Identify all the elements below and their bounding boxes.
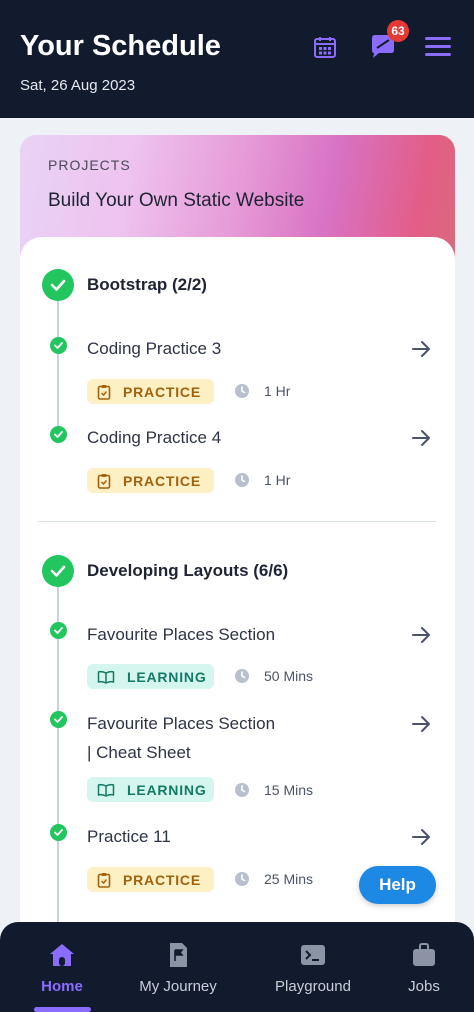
app-header: Your Schedule Sat, 26 Aug 2023 63 (0, 0, 474, 118)
clock-icon (235, 783, 249, 797)
tag-label: PRACTICE (123, 472, 201, 489)
clock-icon (235, 872, 249, 886)
item-check-icon (50, 824, 67, 841)
section-title: Developing Layouts (6/6) (87, 561, 289, 580)
active-nav-indicator (34, 1007, 91, 1012)
practice-tag: PRACTICE (87, 468, 214, 493)
practice-tag: PRACTICE (87, 379, 214, 404)
briefcase-icon (413, 943, 435, 966)
item-check-icon (50, 711, 67, 728)
nav-item-home[interactable]: Home (22, 922, 102, 1012)
clipboard-icon (97, 473, 111, 489)
schedule-item-title[interactable]: Favourite Places Section (87, 620, 275, 649)
nav-label: Jobs (408, 978, 440, 995)
tag-label: PRACTICE (123, 871, 201, 888)
page-title: Your Schedule (20, 30, 221, 62)
nav-label: My Journey (139, 978, 217, 995)
learning-tag: LEARNING (87, 664, 214, 689)
tag-label: LEARNING (127, 668, 207, 685)
schedule-item-title-line: | Cheat Sheet (87, 743, 191, 762)
learning-tag: LEARNING (87, 777, 214, 802)
practice-tag: PRACTICE (87, 867, 214, 892)
item-check-icon (50, 337, 67, 354)
clock-icon (235, 473, 249, 487)
flag-icon (170, 943, 187, 967)
clock-icon (235, 384, 249, 398)
schedule-item-title[interactable]: Coding Practice 3 (87, 334, 221, 363)
item-duration: 1 Hr (264, 383, 291, 399)
bottom-navigation: Home My Journey Playground Jobs (0, 922, 474, 1012)
item-check-icon (50, 622, 67, 639)
arrow-right-icon[interactable] (410, 338, 432, 360)
terminal-icon (301, 945, 325, 965)
item-duration: 15 Mins (264, 782, 314, 798)
book-icon (97, 670, 115, 684)
help-button[interactable]: Help (359, 866, 436, 904)
arrow-right-icon[interactable] (410, 826, 432, 848)
schedule-content (20, 237, 455, 937)
item-check-icon (50, 426, 67, 443)
tag-label: LEARNING (127, 781, 207, 798)
project-title[interactable]: Build Your Own Static Website (48, 190, 304, 212)
nav-item-playground[interactable]: Playground (263, 922, 363, 1012)
item-duration: 1 Hr (264, 472, 291, 488)
clipboard-icon (97, 384, 111, 400)
section-check-icon (42, 269, 74, 301)
clock-icon (235, 669, 249, 683)
nav-label: Home (41, 978, 83, 995)
arrow-right-icon[interactable] (410, 427, 432, 449)
section-check-icon (42, 555, 74, 587)
section-divider (38, 521, 436, 522)
nav-item-my-journey[interactable]: My Journey (128, 922, 228, 1012)
clipboard-icon (97, 872, 111, 888)
nav-item-jobs[interactable]: Jobs (394, 922, 454, 1012)
project-label: PROJECTS (48, 157, 131, 173)
timeline-line (57, 300, 59, 440)
nav-label: Playground (275, 978, 351, 995)
current-date: Sat, 26 Aug 2023 (20, 77, 136, 94)
item-duration: 50 Mins (264, 668, 314, 684)
tag-label: PRACTICE (123, 383, 201, 400)
calendar-icon[interactable] (313, 35, 337, 59)
notification-badge: 63 (387, 20, 409, 42)
arrow-right-icon[interactable] (410, 713, 432, 735)
section-title: Bootstrap (2/2) (87, 275, 207, 294)
schedule-item-title[interactable]: Practice 11 (87, 822, 171, 851)
hamburger-menu-icon[interactable] (425, 37, 451, 59)
home-icon (50, 944, 74, 966)
schedule-item-title[interactable]: Coding Practice 4 (87, 423, 221, 452)
schedule-item-title[interactable]: Favourite Places Section | Cheat Sheet (87, 709, 275, 767)
item-duration: 25 Mins (264, 871, 314, 887)
arrow-right-icon[interactable] (410, 624, 432, 646)
book-icon (97, 783, 115, 797)
schedule-item-title-line: Favourite Places Section (87, 714, 276, 733)
